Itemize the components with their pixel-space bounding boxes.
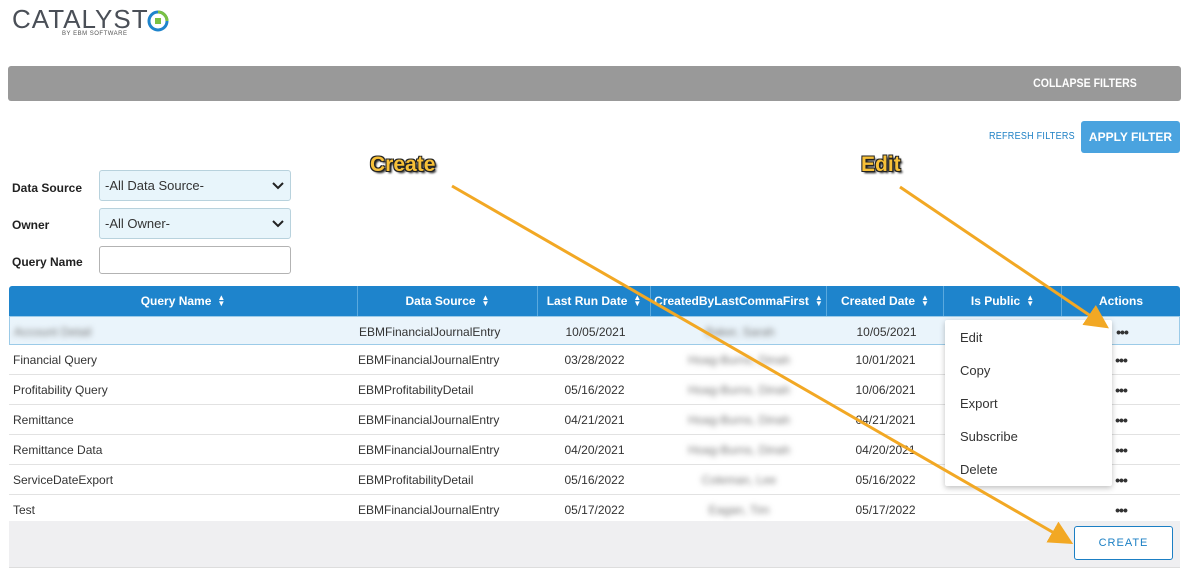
create-annotation: Create [370, 153, 436, 176]
edit-arrow [899, 185, 1109, 329]
annotation-arrows [451, 184, 1109, 544]
edit-annotation: Edit [861, 153, 901, 176]
